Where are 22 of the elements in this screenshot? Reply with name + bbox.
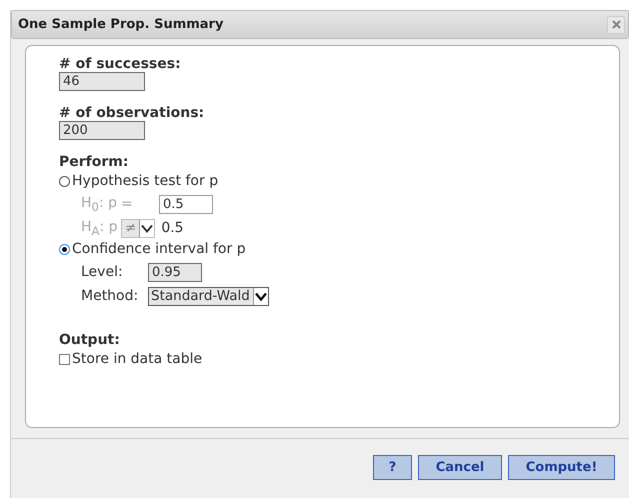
- hypothesis-label: H$_{0}$: p: [81, 194, 118, 214]
- hypothesis-label: H$_{A}$: p: [81, 218, 119, 238]
- method-label: Method:: [81, 288, 140, 304]
- checkbox-label[interactable]: Store in data table: [72, 350, 202, 368]
- value-text: 0.5: [161, 220, 184, 236]
- dialog-button[interactable]: Cancel: [418, 455, 502, 480]
- input-field[interactable]: 46: [59, 72, 145, 91]
- section-label: Output:: [59, 332, 120, 348]
- operator-text: =: [121, 196, 134, 212]
- dialog-button[interactable]: Compute!: [508, 455, 615, 480]
- field-label: # of successes:: [59, 56, 181, 72]
- option-label[interactable]: Hypothesis test for p: [72, 172, 218, 190]
- field-label: # of observations:: [59, 105, 204, 121]
- input-field[interactable]: 200: [59, 121, 145, 140]
- window-title: One Sample Prop. Summary: [18, 17, 224, 32]
- section-label: Perform:: [59, 154, 128, 170]
- input-field[interactable]: 0.5: [159, 194, 213, 214]
- method-dropdown[interactable]: Standard-Wald: [148, 286, 269, 306]
- level-label: Level:: [81, 264, 124, 280]
- level-field[interactable]: 0.95: [148, 262, 202, 282]
- dialog-button[interactable]: ?: [373, 455, 412, 480]
- option-label[interactable]: Confidence interval for p: [72, 240, 246, 258]
